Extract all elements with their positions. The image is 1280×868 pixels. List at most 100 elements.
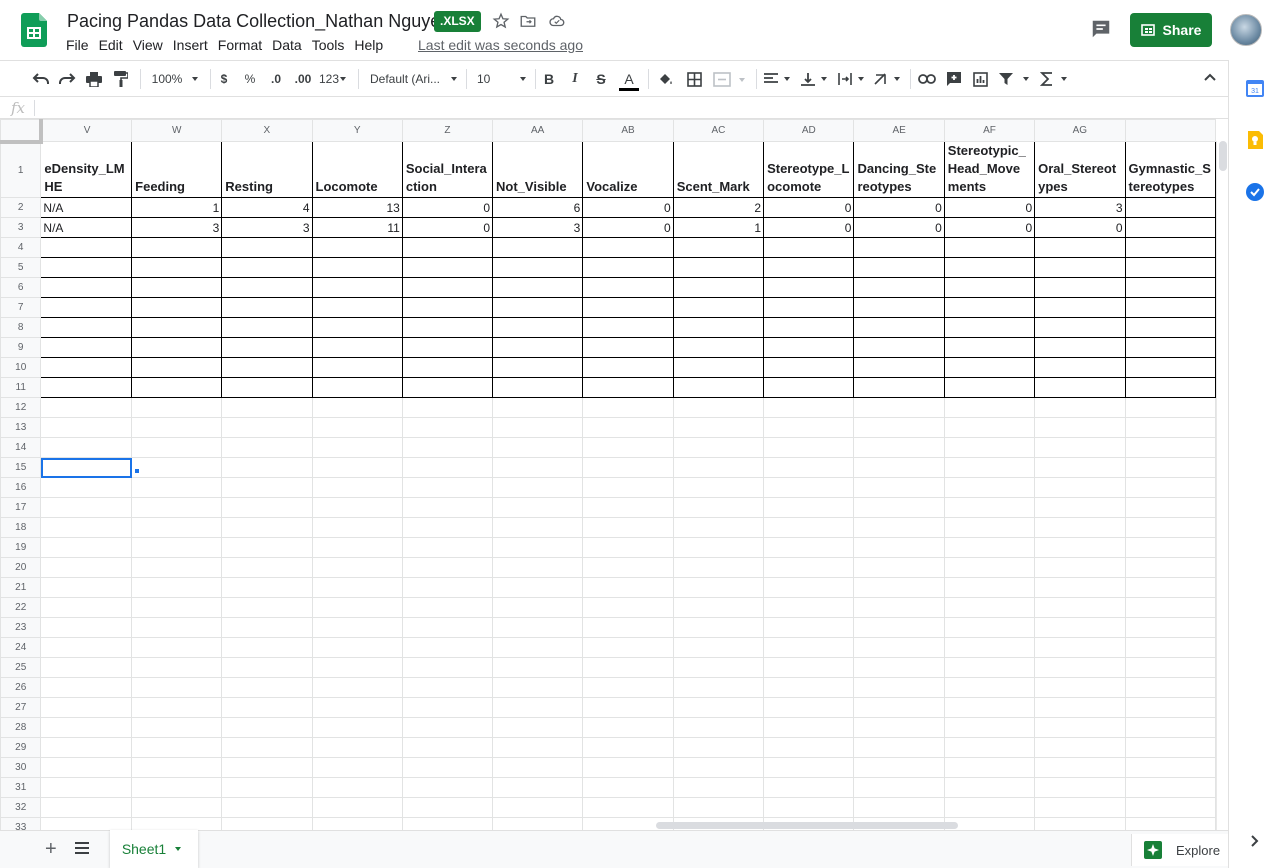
row-header[interactable]: 31: [0, 777, 42, 798]
all-sheets-list-icon[interactable]: [74, 841, 90, 855]
grid-cell[interactable]: [131, 577, 223, 598]
grid-cell[interactable]: [1034, 597, 1126, 618]
grid-cell[interactable]: N/A: [40, 217, 133, 238]
grid-cell[interactable]: [311, 237, 403, 258]
insert-chart-icon[interactable]: [971, 70, 989, 88]
grid-cell[interactable]: [131, 737, 223, 758]
grid-cell[interactable]: [311, 317, 403, 338]
grid-cell[interactable]: [943, 717, 1036, 738]
grid-cell[interactable]: [943, 397, 1036, 418]
grid-cell[interactable]: [943, 757, 1036, 778]
grid-cell[interactable]: [401, 677, 494, 698]
grid-cell[interactable]: [582, 597, 674, 618]
grid-cell[interactable]: [853, 657, 945, 678]
grid-cell[interactable]: [1034, 477, 1126, 498]
text-rotation-icon[interactable]: [873, 70, 903, 88]
bold-button[interactable]: B: [542, 70, 556, 88]
increase-decimal-button[interactable]: .00: [292, 70, 314, 88]
borders-icon[interactable]: [685, 70, 703, 88]
grid-cell[interactable]: [131, 797, 223, 818]
grid-cell[interactable]: 13: [311, 197, 403, 218]
grid-cell[interactable]: [221, 257, 313, 278]
grid-cell[interactable]: [401, 557, 494, 578]
grid-cell[interactable]: [943, 797, 1036, 818]
grid-cell[interactable]: [492, 637, 584, 658]
tasks-icon[interactable]: [1245, 182, 1265, 202]
grid-cell[interactable]: [311, 677, 403, 698]
grid-cell[interactable]: [1124, 297, 1216, 318]
column-header[interactable]: Z: [401, 119, 494, 142]
grid-cell[interactable]: [401, 477, 494, 498]
grid-cell[interactable]: [763, 337, 855, 358]
grid-cell[interactable]: [943, 477, 1036, 498]
row-header[interactable]: 24: [0, 637, 42, 658]
grid-cell[interactable]: [763, 677, 855, 698]
grid-cell[interactable]: [311, 637, 403, 658]
grid-cell[interactable]: [943, 297, 1036, 318]
grid-cell[interactable]: [131, 457, 223, 478]
menu-data[interactable]: Data: [272, 37, 302, 53]
grid-cell[interactable]: [40, 337, 133, 358]
grid-cell[interactable]: [221, 237, 313, 258]
grid-cell[interactable]: [763, 717, 855, 738]
grid-cell[interactable]: [672, 597, 765, 618]
grid-cell[interactable]: [1034, 777, 1126, 798]
spreadsheet-grid[interactable]: V W X Y Z AA AB AC AD AE AF AG 1 eDensit…: [0, 119, 1216, 830]
grid-cell[interactable]: [672, 557, 765, 578]
row-header[interactable]: 12: [0, 397, 42, 418]
grid-cell[interactable]: [1124, 437, 1216, 458]
menu-file[interactable]: File: [66, 37, 89, 53]
grid-cell[interactable]: [492, 597, 584, 618]
grid-cell[interactable]: [853, 797, 945, 818]
grid-cell[interactable]: [943, 257, 1036, 278]
grid-cell[interactable]: [131, 357, 223, 378]
grid-cell[interactable]: [853, 457, 945, 478]
grid-cell[interactable]: [131, 677, 223, 698]
grid-cell[interactable]: [582, 257, 674, 278]
grid-cell[interactable]: [943, 337, 1036, 358]
grid-cell[interactable]: 0: [401, 197, 494, 218]
grid-cell[interactable]: [401, 737, 494, 758]
row-header[interactable]: 6: [0, 277, 42, 298]
row-header[interactable]: 30: [0, 757, 42, 778]
column-header[interactable]: W: [131, 119, 223, 142]
grid-cell[interactable]: [1124, 257, 1216, 278]
row-header[interactable]: 14: [0, 437, 42, 458]
grid-cell[interactable]: [943, 537, 1036, 558]
explore-button[interactable]: Explore: [1131, 834, 1228, 866]
insert-comment-icon[interactable]: [945, 70, 963, 88]
grid-cell[interactable]: [1034, 397, 1126, 418]
grid-cell[interactable]: [401, 817, 494, 830]
formula-bar[interactable]: fx: [0, 97, 1228, 119]
grid-cell[interactable]: [40, 497, 133, 518]
grid-cell[interactable]: [763, 497, 855, 518]
grid-cell[interactable]: [672, 477, 765, 498]
grid-cell[interactable]: [131, 537, 223, 558]
fill-color-icon[interactable]: [656, 70, 674, 88]
grid-cell[interactable]: [492, 477, 584, 498]
grid-cell[interactable]: 0: [763, 217, 855, 238]
grid-cell[interactable]: [40, 757, 133, 778]
italic-button[interactable]: I: [568, 70, 582, 88]
grid-cell[interactable]: [40, 697, 133, 718]
row-header[interactable]: 17: [0, 497, 42, 518]
grid-cell[interactable]: [1034, 297, 1126, 318]
grid-cell[interactable]: [311, 397, 403, 418]
grid-cell[interactable]: [672, 657, 765, 678]
grid-cell[interactable]: [401, 777, 494, 798]
grid-cell[interactable]: [311, 597, 403, 618]
text-color-button[interactable]: A: [619, 70, 639, 91]
row-header[interactable]: 29: [0, 737, 42, 758]
grid-cell[interactable]: [401, 757, 494, 778]
grid-cell[interactable]: [492, 437, 584, 458]
grid-cell[interactable]: [1124, 497, 1216, 518]
grid-cell[interactable]: [853, 677, 945, 698]
grid-cell[interactable]: [492, 457, 584, 478]
menu-tools[interactable]: Tools: [312, 37, 345, 53]
grid-cell[interactable]: [311, 717, 403, 738]
grid-cell[interactable]: [943, 357, 1036, 378]
grid-cell[interactable]: [672, 417, 765, 438]
percent-format-button[interactable]: %: [243, 70, 257, 88]
grid-cell[interactable]: [131, 377, 223, 398]
header-cell[interactable]: Social_Interaction: [401, 141, 494, 198]
